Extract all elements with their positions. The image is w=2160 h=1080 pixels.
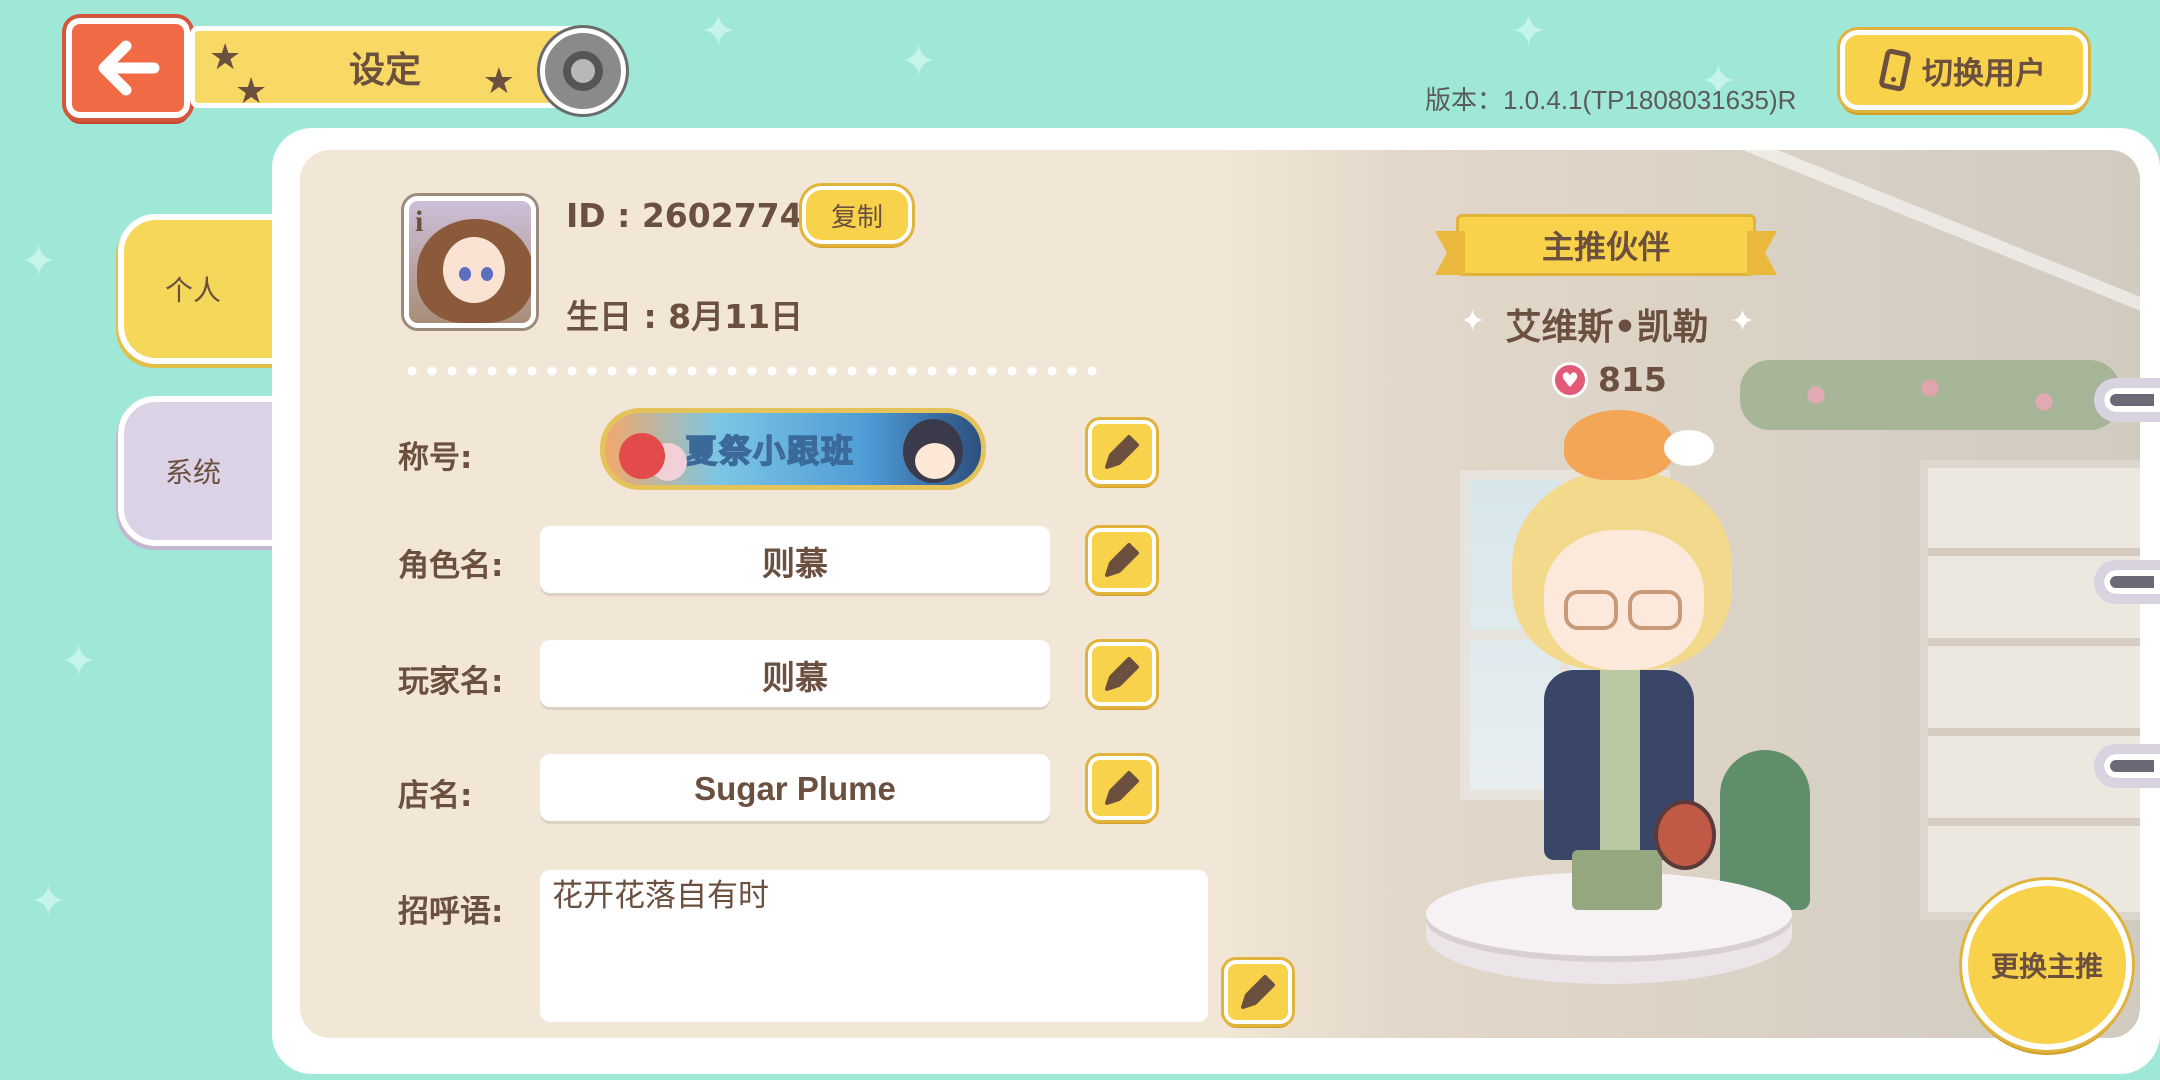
shop-name-field: Sugar Plume bbox=[540, 754, 1050, 824]
star-decoration-icon: ★ bbox=[235, 71, 268, 112]
pencil-icon bbox=[1105, 543, 1139, 577]
edit-role-name-button[interactable] bbox=[1088, 528, 1156, 592]
background-star-decoration: ✦ bbox=[900, 36, 937, 87]
flower-box-decoration bbox=[1740, 360, 2120, 430]
change-partner-button[interactable]: 更换主推 bbox=[1962, 880, 2132, 1050]
greeting-label: 招呼语: bbox=[398, 894, 504, 930]
title-label: 称号: bbox=[398, 440, 473, 476]
background-star-decoration: ✦ bbox=[30, 876, 67, 927]
featured-partner-label: 主推伙伴 bbox=[1541, 228, 1670, 266]
tab-personal[interactable]: 个人 bbox=[118, 214, 298, 364]
background-star-decoration: ✦ bbox=[60, 636, 97, 687]
tab-system-label: 系统 bbox=[164, 456, 221, 489]
featured-partner-ribbon: 主推伙伴 bbox=[1456, 214, 1756, 276]
role-name-field: 则慕 bbox=[540, 526, 1050, 596]
partner-name: 艾维斯•凯勒 bbox=[1505, 307, 1709, 348]
page-title: 设定 bbox=[348, 50, 421, 91]
title-badge-text: 夏祭小跟班 bbox=[684, 431, 856, 471]
fox-companion bbox=[1564, 410, 1714, 480]
greeting-text: 花开花落自有时 bbox=[552, 878, 769, 914]
phone-icon bbox=[1878, 47, 1912, 93]
gear-icon bbox=[540, 28, 626, 114]
player-id: ID : 26027748 bbox=[566, 196, 826, 235]
background-star-decoration: ✦ bbox=[700, 6, 737, 57]
role-name-label: 角色名: bbox=[398, 548, 504, 584]
greeting-field: 花开花落自有时 bbox=[540, 870, 1208, 1022]
partner-character[interactable] bbox=[1504, 400, 1744, 920]
shop-name-label: 店名: bbox=[398, 778, 473, 814]
pencil-icon bbox=[1105, 435, 1139, 469]
pencil-icon bbox=[1105, 657, 1139, 691]
character-portrait-icon bbox=[903, 419, 963, 483]
background-star-decoration: ✦ bbox=[20, 236, 57, 287]
back-button[interactable] bbox=[66, 18, 190, 118]
birthday-text: 生日 : 8月11日 bbox=[566, 297, 804, 336]
binder-ring-icon bbox=[2094, 560, 2160, 604]
binder-ring-icon bbox=[2094, 744, 2160, 788]
candy-apple-icon bbox=[619, 433, 665, 479]
switch-user-button[interactable]: 切换用户 bbox=[1840, 30, 2088, 110]
info-icon: i bbox=[415, 205, 424, 238]
title-badge: 夏祭小跟班 bbox=[600, 408, 986, 490]
sparkle-icon: ✦ bbox=[1730, 304, 1756, 339]
edit-title-button[interactable] bbox=[1088, 420, 1156, 484]
edit-shop-name-button[interactable] bbox=[1088, 756, 1156, 820]
tab-system[interactable]: 系统 bbox=[118, 396, 298, 546]
pencil-icon bbox=[1105, 771, 1139, 805]
affection-value: 815 bbox=[1598, 360, 1667, 399]
switch-user-label: 切换用户 bbox=[1922, 55, 2046, 92]
version-text: 版本：1.0.4.1(TP1808031635)R bbox=[1425, 85, 1797, 115]
player-name-label: 玩家名: bbox=[398, 664, 504, 700]
tab-personal-label: 个人 bbox=[164, 274, 221, 307]
player-avatar[interactable]: i bbox=[404, 196, 536, 328]
shop-shelf bbox=[1920, 460, 2140, 920]
player-name-field: 则慕 bbox=[540, 640, 1050, 710]
edit-player-name-button[interactable] bbox=[1088, 642, 1156, 706]
copy-id-button[interactable]: 复制 bbox=[802, 186, 912, 244]
background-star-decoration: ✦ bbox=[1510, 6, 1547, 57]
settings-title-banner: ★ ★ ★ 设定 bbox=[190, 26, 580, 112]
star-decoration-icon: ★ bbox=[482, 61, 515, 102]
binder-ring-icon bbox=[2094, 378, 2160, 422]
affection-display: ♥ 815 bbox=[1552, 360, 1667, 399]
heart-icon: ♥ bbox=[1552, 361, 1588, 398]
edit-greeting-button[interactable] bbox=[1224, 960, 1292, 1024]
character-bag bbox=[1654, 800, 1716, 870]
pencil-icon bbox=[1241, 975, 1275, 1009]
back-arrow-icon bbox=[98, 40, 160, 96]
dotted-divider bbox=[402, 366, 1102, 376]
